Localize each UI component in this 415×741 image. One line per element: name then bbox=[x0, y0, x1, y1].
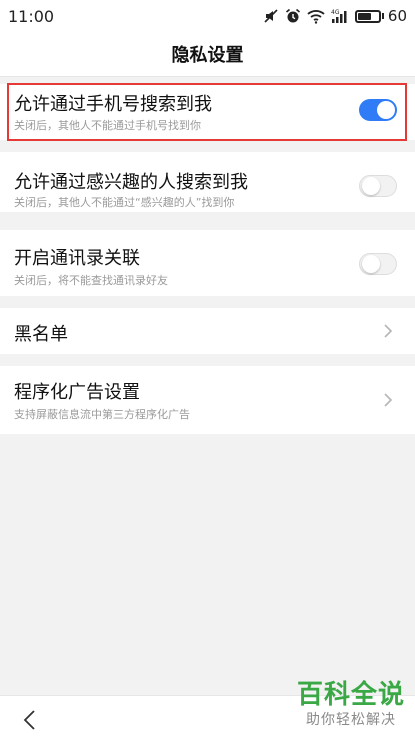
status-icons: 4G 60 bbox=[263, 7, 407, 25]
chevron-right-icon bbox=[383, 392, 393, 412]
setting-title: 开启通讯录关联 bbox=[14, 248, 140, 269]
setting-subtitle: 关闭后，将不能查找通讯录好友 bbox=[14, 274, 168, 287]
signal-4g-icon: 4G bbox=[331, 8, 349, 24]
setting-subtitle: 支持屏蔽信息流中第三方程序化广告 bbox=[14, 408, 190, 421]
battery-text: 60 bbox=[387, 7, 407, 25]
watermark-slogan: 助你轻松解决 bbox=[305, 712, 396, 728]
setting-subtitle: 关闭后，其他人不能通过“感兴趣的人”找到你 bbox=[14, 196, 235, 209]
page-title: 隐私设置 bbox=[171, 45, 244, 66]
setting-phone-search[interactable]: 允许通过手机号搜索到我 关闭后，其他人不能通过手机号找到你 bbox=[0, 84, 415, 140]
setting-title: 程序化广告设置 bbox=[14, 382, 140, 403]
status-bar: 11:00 4G 60 bbox=[0, 0, 415, 32]
setting-title: 黑名单 bbox=[14, 324, 68, 345]
mute-icon bbox=[263, 8, 279, 24]
chevron-right-icon bbox=[383, 323, 393, 343]
setting-contacts-link[interactable]: 开启通讯录关联 关闭后，将不能查找通讯录好友 bbox=[0, 230, 415, 296]
svg-text:4G: 4G bbox=[331, 9, 340, 16]
wifi-icon bbox=[307, 8, 325, 24]
watermark: 百科全说 助你轻松解决 bbox=[297, 680, 405, 730]
setting-interest-search[interactable]: 允许通过感兴趣的人搜索到我 关闭后，其他人不能通过“感兴趣的人”找到你 bbox=[0, 152, 415, 212]
watermark-logo: 百科全说 bbox=[296, 680, 405, 710]
setting-subtitle: 关闭后，其他人不能通过手机号找到你 bbox=[14, 119, 201, 132]
battery-icon: 60 bbox=[354, 7, 407, 25]
status-time: 11:00 bbox=[8, 6, 55, 26]
page-header: 隐私设置 bbox=[0, 32, 415, 77]
setting-programmatic-ads[interactable]: 程序化广告设置 支持屏蔽信息流中第三方程序化广告 bbox=[0, 366, 415, 434]
setting-blacklist[interactable]: 黑名单 bbox=[0, 308, 415, 354]
setting-title: 允许通过手机号搜索到我 bbox=[14, 94, 212, 115]
phone-search-toggle[interactable] bbox=[359, 99, 397, 121]
back-arrow-icon[interactable] bbox=[22, 709, 36, 735]
alarm-icon bbox=[285, 8, 301, 24]
contacts-link-toggle[interactable] bbox=[359, 253, 397, 275]
interest-search-toggle[interactable] bbox=[359, 175, 397, 197]
setting-title: 允许通过感兴趣的人搜索到我 bbox=[14, 172, 248, 193]
